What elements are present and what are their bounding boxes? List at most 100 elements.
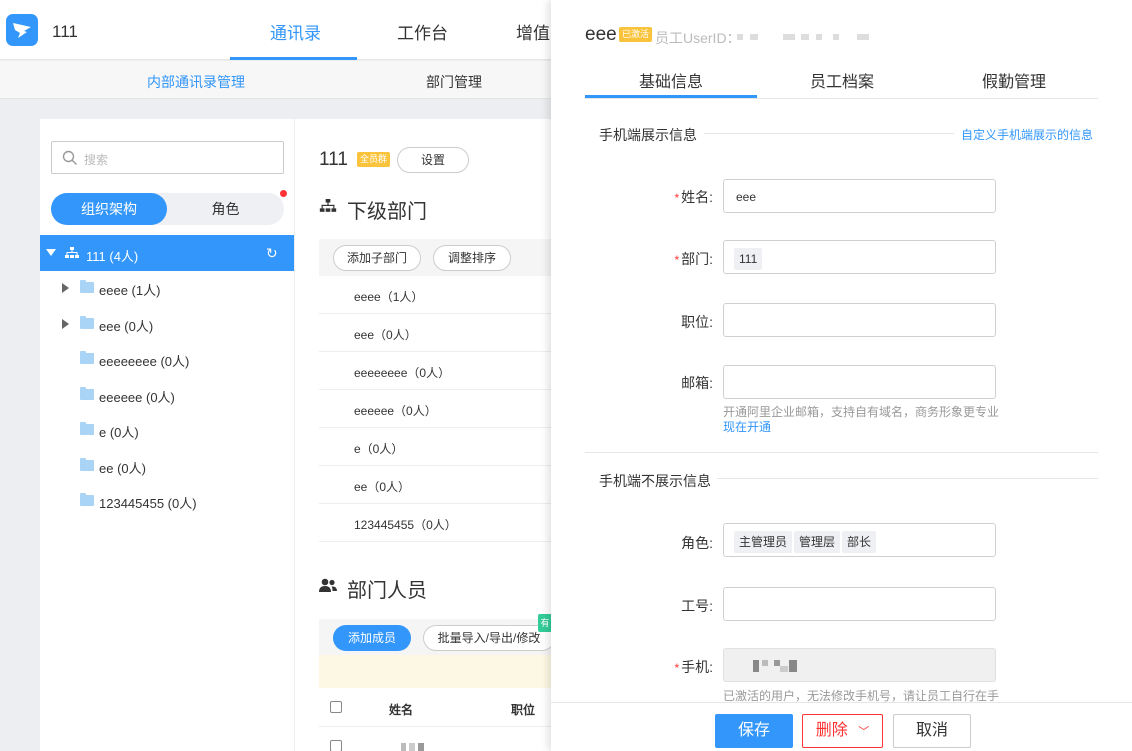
name-label-text: 姓名: — [681, 189, 713, 205]
org-name: 111 — [52, 22, 78, 41]
sort-button[interactable]: 调整排序 — [433, 245, 511, 271]
dingtalk-logo-icon[interactable] — [6, 14, 38, 46]
divider — [585, 452, 1098, 453]
subdept-row[interactable]: eeee（1人） — [319, 276, 551, 314]
tree-item[interactable]: eeee (1人) — [40, 271, 294, 307]
subdept-row[interactable]: eeeeee（0人） — [319, 390, 551, 428]
segment-org-structure[interactable]: 组织架构 — [51, 193, 167, 225]
subdept-row[interactable]: e（0人） — [319, 428, 551, 466]
caret-down-icon[interactable] — [46, 249, 56, 256]
tree-root-item[interactable]: 111 (4人) ↻ — [40, 235, 294, 271]
subtab-dept-management[interactable]: 部门管理 — [426, 72, 482, 92]
caret-right-icon[interactable] — [62, 283, 69, 293]
name-value: eee — [736, 190, 757, 204]
tab-workbench[interactable]: 工作台 — [397, 19, 448, 44]
folder-icon — [80, 422, 94, 435]
required-mark: * — [674, 661, 680, 675]
tab-contacts[interactable]: 通讯录 — [270, 19, 321, 44]
role-chip[interactable]: 部长 — [842, 531, 877, 553]
search-placeholder: 搜索 — [84, 153, 109, 167]
notice-strip — [319, 655, 551, 688]
subdept-row[interactable]: eee（0人） — [319, 314, 551, 352]
tree-item-label: eeee (1人) — [99, 283, 161, 298]
notification-dot — [280, 190, 287, 197]
subdept-row[interactable]: ee（0人） — [319, 466, 551, 504]
batch-import-button[interactable]: 批量导入/导出/修改 — [423, 625, 551, 651]
customize-mobile-link[interactable]: 自定义手机端展示的信息 — [961, 126, 1093, 143]
role-chip[interactable]: 主管理员 — [734, 531, 793, 553]
role-chip[interactable]: 管理层 — [794, 531, 841, 553]
subdept-name: 123445455（0人） — [354, 518, 457, 532]
chevron-down-icon: ﹀ — [858, 726, 870, 738]
tree-item-label: 123445455 (0人) — [99, 496, 197, 511]
masked-name — [418, 743, 424, 751]
tab-basic-info[interactable]: 基础信息 — [639, 68, 703, 92]
tree-item[interactable]: eee (0人) — [40, 307, 294, 343]
subdept-name: eee（0人） — [354, 328, 417, 342]
tree-item[interactable]: 123445455 (0人) — [40, 484, 294, 520]
masked-phone — [753, 660, 759, 672]
required-mark: * — [674, 191, 680, 205]
segment-roles[interactable]: 角色 — [167, 193, 284, 225]
folder-icon — [80, 351, 94, 364]
new-feature-tag: 有 — [538, 614, 551, 632]
position-field[interactable] — [723, 303, 996, 337]
tab-attendance[interactable]: 假勤管理 — [982, 68, 1046, 92]
masked-phone — [789, 660, 797, 672]
folder-icon — [80, 387, 94, 400]
masked-phone — [780, 666, 788, 672]
job-number-label: 工号: — [681, 598, 713, 614]
subdept-row[interactable]: eeeeeeee（0人） — [319, 352, 551, 390]
masked-phone — [762, 660, 768, 666]
tab-value-added[interactable]: 增值 — [516, 19, 550, 44]
tree-item[interactable]: eeeeee (0人) — [40, 378, 294, 414]
save-button[interactable]: 保存 — [715, 714, 793, 748]
masked-userid — [833, 34, 839, 40]
email-open-link[interactable]: 现在开通 — [723, 418, 771, 435]
phone-field — [723, 648, 996, 682]
role-field[interactable]: 主管理员 管理层 部长 — [723, 523, 996, 557]
subdept-toolbar: 添加子部门 调整排序 — [319, 239, 551, 276]
dept-label-text: 部门: — [681, 251, 713, 267]
search-input[interactable]: 搜索 — [51, 141, 284, 174]
all-staff-badge: 全员群 — [357, 152, 391, 167]
add-member-button[interactable]: 添加成员 — [333, 625, 411, 651]
job-number-field[interactable] — [723, 587, 996, 621]
subtab-internal-contacts[interactable]: 内部通讯录管理 — [147, 72, 245, 92]
tree-item-label: e (0人) — [99, 425, 139, 440]
members-table-header: 姓名 职位 — [319, 689, 551, 727]
tree-item[interactable]: e (0人) — [40, 413, 294, 449]
dept-chip[interactable]: 111 — [734, 248, 763, 270]
masked-userid — [750, 34, 758, 40]
tree-item[interactable]: eeeeeeee (0人) — [40, 342, 294, 378]
subdept-row[interactable]: 123445455（0人） — [319, 504, 551, 542]
masked-name — [409, 743, 415, 751]
phone-label: * 手机: — [613, 657, 713, 677]
subdept-heading-text: 下级部门 — [347, 201, 427, 223]
caret-right-icon[interactable] — [62, 319, 69, 329]
employee-detail-drawer: eee 已激活 员工UserID： 基础信息 员工档案 假勤管理 手机端展示信息… — [551, 0, 1132, 751]
settings-button[interactable]: 设置 — [397, 147, 469, 173]
status-badge: 已激活 — [619, 27, 653, 42]
name-label: * 姓名: — [613, 187, 713, 207]
email-label: 邮箱: — [681, 375, 713, 391]
subdept-name: ee（0人） — [354, 480, 411, 494]
refresh-icon[interactable]: ↻ — [266, 245, 278, 262]
cancel-button[interactable]: 取消 — [893, 714, 971, 748]
tab-employee-file[interactable]: 员工档案 — [810, 68, 874, 92]
delete-button[interactable]: 删除 ﹀ — [802, 714, 883, 748]
org-sidebar: 搜索 组织架构 角色 111 (4人) ↻ eeee (1人) eee (0人)… — [40, 119, 294, 751]
folder-icon — [80, 280, 94, 293]
name-field[interactable]: eee — [723, 179, 996, 213]
tree-item-label: eee (0人) — [99, 319, 154, 334]
tree-item[interactable]: ee (0人) — [40, 449, 294, 485]
active-tab-indicator — [230, 57, 357, 60]
dept-field[interactable]: 111 — [723, 240, 996, 274]
users-icon — [319, 578, 337, 592]
org-chart-icon — [319, 199, 337, 212]
email-field[interactable] — [723, 365, 996, 399]
row-checkbox[interactable] — [330, 740, 342, 751]
add-subdept-button[interactable]: 添加子部门 — [333, 245, 421, 271]
delete-label: 删除 — [815, 722, 848, 739]
select-all-checkbox[interactable] — [330, 701, 342, 713]
